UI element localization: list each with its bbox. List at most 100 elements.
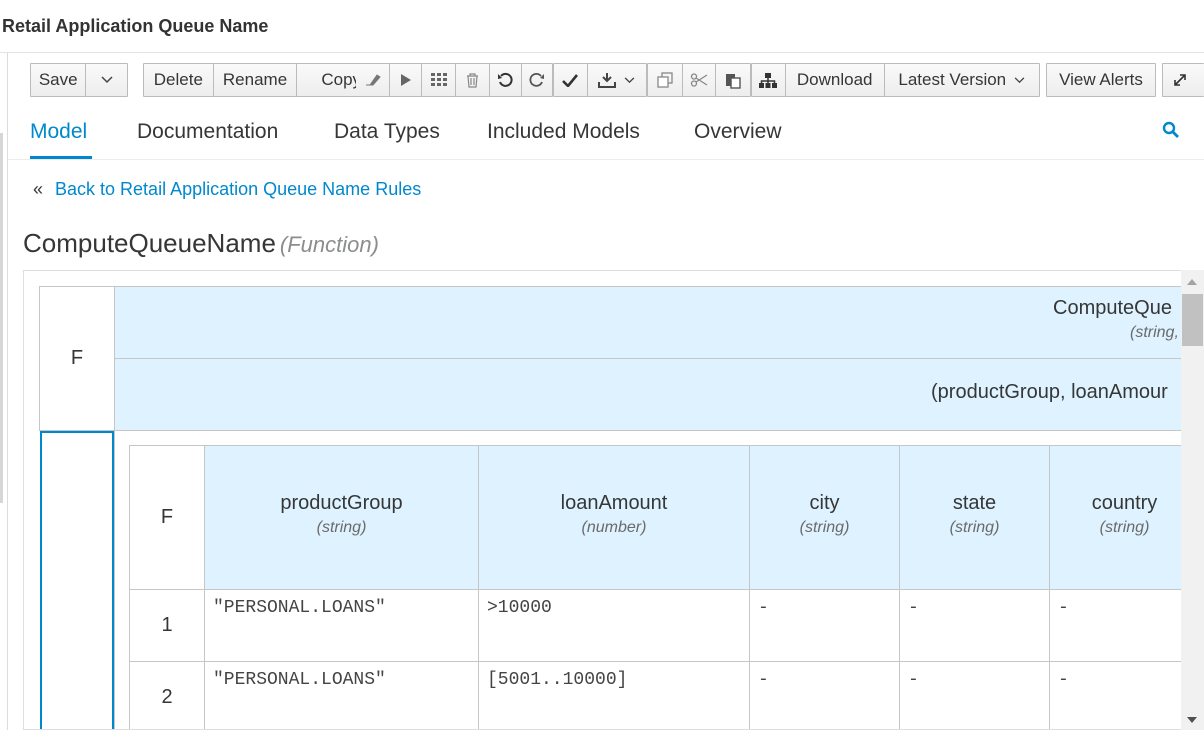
delete-button[interactable]: Delete <box>144 64 214 96</box>
column-type: (string) <box>949 519 1000 536</box>
editor-toolbar: Save Delete Rename Copy Download Latest … <box>30 63 1204 97</box>
edit-group: Delete Rename Copy <box>143 63 386 97</box>
back-link[interactable]: « Back to Retail Application Queue Name R… <box>33 179 421 200</box>
cell-value: - <box>758 670 769 690</box>
scissors-icon <box>690 73 708 87</box>
save-button[interactable]: Save <box>31 64 87 96</box>
column-header-loanamount[interactable]: loanAmount (number) <box>478 445 750 590</box>
cell-value: - <box>908 670 919 690</box>
latest-version-label: Latest Version <box>898 70 1007 89</box>
table-cell[interactable]: "PERSONAL.LOANS" <box>204 661 479 729</box>
column-header-productgroup[interactable]: productGroup (string) <box>204 445 479 590</box>
left-panel-handle[interactable] <box>0 133 3 503</box>
table-cell[interactable]: - <box>749 589 900 662</box>
cell-value: - <box>908 598 919 618</box>
row-number-cell[interactable]: 1 <box>129 589 205 662</box>
column-header-state[interactable]: state (string) <box>899 445 1050 590</box>
trash-button[interactable] <box>456 64 489 96</box>
rename-button[interactable]: Rename <box>214 64 298 96</box>
left-panel-edge[interactable] <box>0 53 8 730</box>
column-header-city[interactable]: city (string) <box>749 445 900 590</box>
column-type: (number) <box>581 519 647 536</box>
outer-function-name: ComputeQue <box>1053 297 1172 319</box>
vertical-scrollbar[interactable] <box>1181 270 1204 730</box>
parameters-cell[interactable]: (productGroup, loanAmour <box>114 358 1181 431</box>
function-name-header[interactable]: ComputeQue (string, <box>114 286 1181 359</box>
redo-icon <box>529 72 544 87</box>
paste-icon <box>726 73 741 89</box>
selected-cell[interactable] <box>40 431 114 729</box>
double-chevron-left-icon: « <box>33 179 44 199</box>
app-title: Retail Application Queue Name <box>2 16 269 36</box>
download-tray-icon <box>598 73 617 88</box>
grid-icon <box>430 73 447 86</box>
function-parameters: (productGroup, loanAmour <box>931 381 1168 403</box>
download-button[interactable]: Download <box>786 64 885 96</box>
view-alerts-button[interactable]: View Alerts <box>1047 64 1155 96</box>
scroll-up-arrow[interactable] <box>1187 279 1197 285</box>
table-cell[interactable]: - <box>1049 661 1181 729</box>
column-header-country[interactable]: country (string) <box>1049 445 1181 590</box>
tab-documentation[interactable]: Documentation <box>137 120 278 144</box>
search-icon[interactable] <box>1162 121 1180 139</box>
eraser-button[interactable] <box>356 64 390 96</box>
page-title: ComputeQueueName (Function) <box>23 228 379 259</box>
hierarchy-button[interactable] <box>752 64 786 96</box>
run-button[interactable] <box>390 64 422 96</box>
inner-hit-policy-cell[interactable]: F <box>129 445 205 590</box>
table-cell[interactable]: - <box>899 661 1050 729</box>
validate-group <box>553 63 647 97</box>
cell-value: "PERSONAL.LOANS" <box>213 598 386 618</box>
table-cell[interactable]: "PERSONAL.LOANS" <box>204 589 479 662</box>
table-cell[interactable]: >10000 <box>478 589 750 662</box>
outer-hit-policy: F <box>70 347 84 369</box>
grid-button[interactable] <box>422 64 456 96</box>
expand-group <box>1162 63 1204 97</box>
redo-button[interactable] <box>522 64 553 96</box>
copy-icon <box>657 72 673 88</box>
cell-value: [5001..10000] <box>487 670 628 690</box>
check-icon <box>562 73 579 87</box>
chevron-down-icon <box>624 76 635 83</box>
import-button[interactable] <box>588 64 646 96</box>
save-group: Save <box>30 63 128 97</box>
back-link-label: Back to Retail Application Queue Name Ru… <box>55 179 422 199</box>
table-cell[interactable]: - <box>1049 589 1181 662</box>
cell-value: >10000 <box>487 598 552 618</box>
title-divider <box>0 52 1204 53</box>
chevron-down-icon <box>1014 76 1025 83</box>
tab-model[interactable]: Model <box>30 120 87 144</box>
copy-cells-button[interactable] <box>648 64 683 96</box>
undo-button[interactable] <box>490 64 522 96</box>
cell-value: - <box>1058 598 1069 618</box>
function-name: ComputeQueueName <box>23 228 276 258</box>
expand-icon <box>1174 74 1186 86</box>
scroll-down-arrow[interactable] <box>1187 717 1197 723</box>
cut-button[interactable] <box>683 64 717 96</box>
table-cell[interactable]: [5001..10000] <box>478 661 750 729</box>
inner-hit-policy: F <box>160 506 174 528</box>
table-cell[interactable]: - <box>899 589 1050 662</box>
outer-hit-policy-cell[interactable]: F <box>39 286 115 431</box>
trash-icon <box>467 72 478 88</box>
function-kind: (Function) <box>279 232 379 257</box>
table-cell[interactable]: - <box>749 661 900 729</box>
eraser-icon <box>365 74 381 86</box>
validate-button[interactable] <box>554 64 588 96</box>
tab-data-types[interactable]: Data Types <box>334 120 440 144</box>
maximize-button[interactable] <box>1163 64 1197 96</box>
row-number-cell[interactable]: 2 <box>129 661 205 729</box>
column-name: country <box>1091 492 1158 514</box>
tab-overview[interactable]: Overview <box>694 120 782 144</box>
alerts-group: View Alerts <box>1046 63 1156 97</box>
active-tab-indicator <box>30 156 92 159</box>
column-type: (string) <box>316 519 367 536</box>
column-name: productGroup <box>280 492 403 514</box>
save-options-button[interactable] <box>86 64 127 96</box>
scrollbar-thumb[interactable] <box>1182 294 1203 346</box>
clipboard-group <box>647 63 751 97</box>
latest-version-dropdown[interactable]: Latest Version <box>885 64 1039 96</box>
expression-editor-canvas[interactable]: F ComputeQue (string, (productGroup, loa… <box>23 270 1181 730</box>
tab-included-models[interactable]: Included Models <box>487 120 640 144</box>
paste-button[interactable] <box>716 64 750 96</box>
